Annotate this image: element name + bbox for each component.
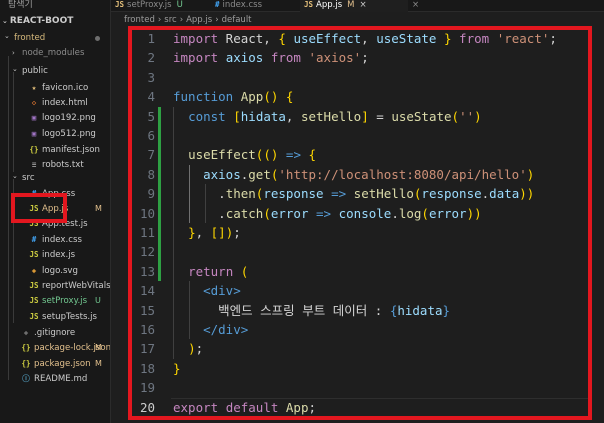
- indent-guide: [8, 56, 9, 380]
- tree-item-label: public: [22, 66, 48, 76]
- tree-item-package-lock-json[interactable]: {} package-lock.json M: [0, 340, 110, 356]
- tree-item-label: logo512.png: [42, 129, 96, 139]
- chevron-down-icon: ⌄: [2, 17, 8, 25]
- tree-item-fronted[interactable]: ⌄ fronted: [0, 30, 110, 46]
- svg-icon: ◈: [31, 266, 37, 275]
- chevron-right-icon: ›: [157, 15, 162, 25]
- breadcrumb-item[interactable]: default: [222, 15, 252, 25]
- tree-item-setuptests-js[interactable]: JS setupTests.js: [0, 309, 110, 325]
- js-icon: JS: [29, 250, 39, 259]
- close-icon: ×: [412, 0, 420, 10]
- image-icon: ▣: [31, 113, 37, 122]
- git-status-badge: U: [95, 296, 101, 305]
- git-icon: ◆: [23, 328, 29, 337]
- breadcrumb-item[interactable]: src: [164, 15, 176, 25]
- js-icon: JS: [115, 0, 125, 9]
- json-icon: {}: [21, 359, 31, 368]
- tree-item-src[interactable]: ⌄ src: [0, 170, 110, 186]
- tree-item-index-html[interactable]: ◇ index.html: [0, 95, 110, 111]
- chevron-right-icon: ›: [179, 15, 184, 25]
- git-status-badge: M: [95, 343, 102, 352]
- tree-item-public[interactable]: ⌄ public: [0, 63, 110, 79]
- modified-dot-icon: [95, 36, 100, 41]
- annotation-box-appjs: [11, 193, 67, 223]
- tree-item-logo-svg[interactable]: ◈ logo.svg: [0, 263, 110, 279]
- chevron-right-icon: ›: [215, 15, 219, 25]
- tab-label: setProxy.js: [127, 0, 172, 10]
- tree-item-readme-md[interactable]: ⓘ README.md: [0, 371, 110, 387]
- tree-item-label: reportWebVitals.js: [42, 281, 111, 291]
- git-status-badge: U: [176, 0, 183, 10]
- tab-app-js[interactable]: JS App.js M ×: [300, 0, 408, 12]
- breadcrumb-item[interactable]: fronted: [124, 15, 155, 25]
- tree-item-manifest-json[interactable]: {} manifest.json: [0, 142, 110, 158]
- js-icon: JS: [29, 296, 39, 305]
- close-tab-icon[interactable]: ×: [408, 0, 422, 12]
- tree-item-reportwebvitals-js[interactable]: JSreportWebVitals.js: [0, 278, 111, 294]
- star-icon: ★: [31, 83, 37, 92]
- tree-item-favicon-ico[interactable]: ★ favicon.ico: [0, 80, 110, 96]
- css-icon: #: [215, 0, 220, 9]
- tree-item-logo512-png[interactable]: ▣ logo512.png: [0, 126, 110, 142]
- info-icon: ⓘ: [22, 374, 30, 383]
- tree-item-index-css[interactable]: # index.css: [0, 232, 110, 248]
- tab-index-css[interactable]: # index.css: [211, 0, 297, 12]
- json-icon: {}: [29, 145, 39, 154]
- editor-tabs: JS setProxy.js U # index.css JS App.js M × ×: [111, 0, 604, 12]
- image-icon: ▣: [31, 129, 37, 138]
- js-icon: JS: [304, 0, 314, 9]
- indent-guide: [13, 72, 14, 172]
- tree-item-label: favicon.ico: [42, 83, 89, 93]
- tree-item-label: manifest.json: [42, 145, 100, 155]
- tree-item-label: index.css: [42, 235, 82, 245]
- js-icon: JS: [29, 312, 39, 321]
- tree-item-label: setProxy.js: [42, 296, 88, 306]
- tree-item-label: setupTests.js: [42, 312, 98, 322]
- tree-item-label: src: [22, 173, 35, 183]
- tree-item-label: logo192.png: [42, 113, 96, 123]
- tree-item-label: fronted: [14, 33, 46, 43]
- tab-label: App.js: [316, 0, 343, 10]
- tree-item-label: index.js: [42, 250, 76, 260]
- css-icon: #: [31, 235, 37, 244]
- tree-item-index-js[interactable]: JS index.js: [0, 247, 110, 263]
- git-status-badge: M: [95, 204, 102, 213]
- tree-item-logo192-png[interactable]: ▣ logo192.png: [0, 110, 110, 126]
- js-icon: JS: [29, 281, 39, 290]
- chevron-right-icon: ›: [12, 49, 15, 57]
- tab-label: index.css: [222, 0, 263, 10]
- tree-item-label: index.html: [42, 98, 88, 108]
- explorer-title: 탐색기: [8, 0, 33, 10]
- workspace-name: REACT-BOOT: [9, 16, 74, 26]
- tree-item-label: package.json: [34, 359, 91, 369]
- tree-item-label: README.md: [34, 374, 88, 384]
- breadcrumb: fronted › src › App.js › default: [124, 14, 252, 26]
- annotation-box-code: [128, 26, 592, 420]
- tree-item-package-json[interactable]: {} package.json M: [0, 356, 110, 372]
- tree-item-node-modules[interactable]: › node_modules: [0, 45, 110, 61]
- tab-setproxy-js[interactable]: JS setProxy.js U: [111, 0, 208, 12]
- tree-item-label: node_modules: [22, 48, 85, 58]
- chevron-down-icon: ⌄: [4, 32, 10, 40]
- git-status-badge: M: [347, 0, 355, 10]
- tree-item-setproxy-js[interactable]: JS setProxy.js U: [0, 293, 110, 309]
- close-icon[interactable]: ×: [359, 0, 366, 10]
- json-icon: {}: [21, 343, 31, 352]
- tree-item-gitignore[interactable]: ◆ .gitignore: [0, 325, 110, 341]
- tree-item-label: .gitignore: [34, 328, 76, 338]
- workspace-header[interactable]: ⌄ REACT-BOOT: [2, 14, 73, 28]
- breadcrumb-item[interactable]: App.js: [186, 15, 212, 25]
- html-icon: ◇: [31, 98, 37, 107]
- tree-item-label: logo.svg: [42, 266, 78, 276]
- git-status-badge: M: [95, 359, 102, 368]
